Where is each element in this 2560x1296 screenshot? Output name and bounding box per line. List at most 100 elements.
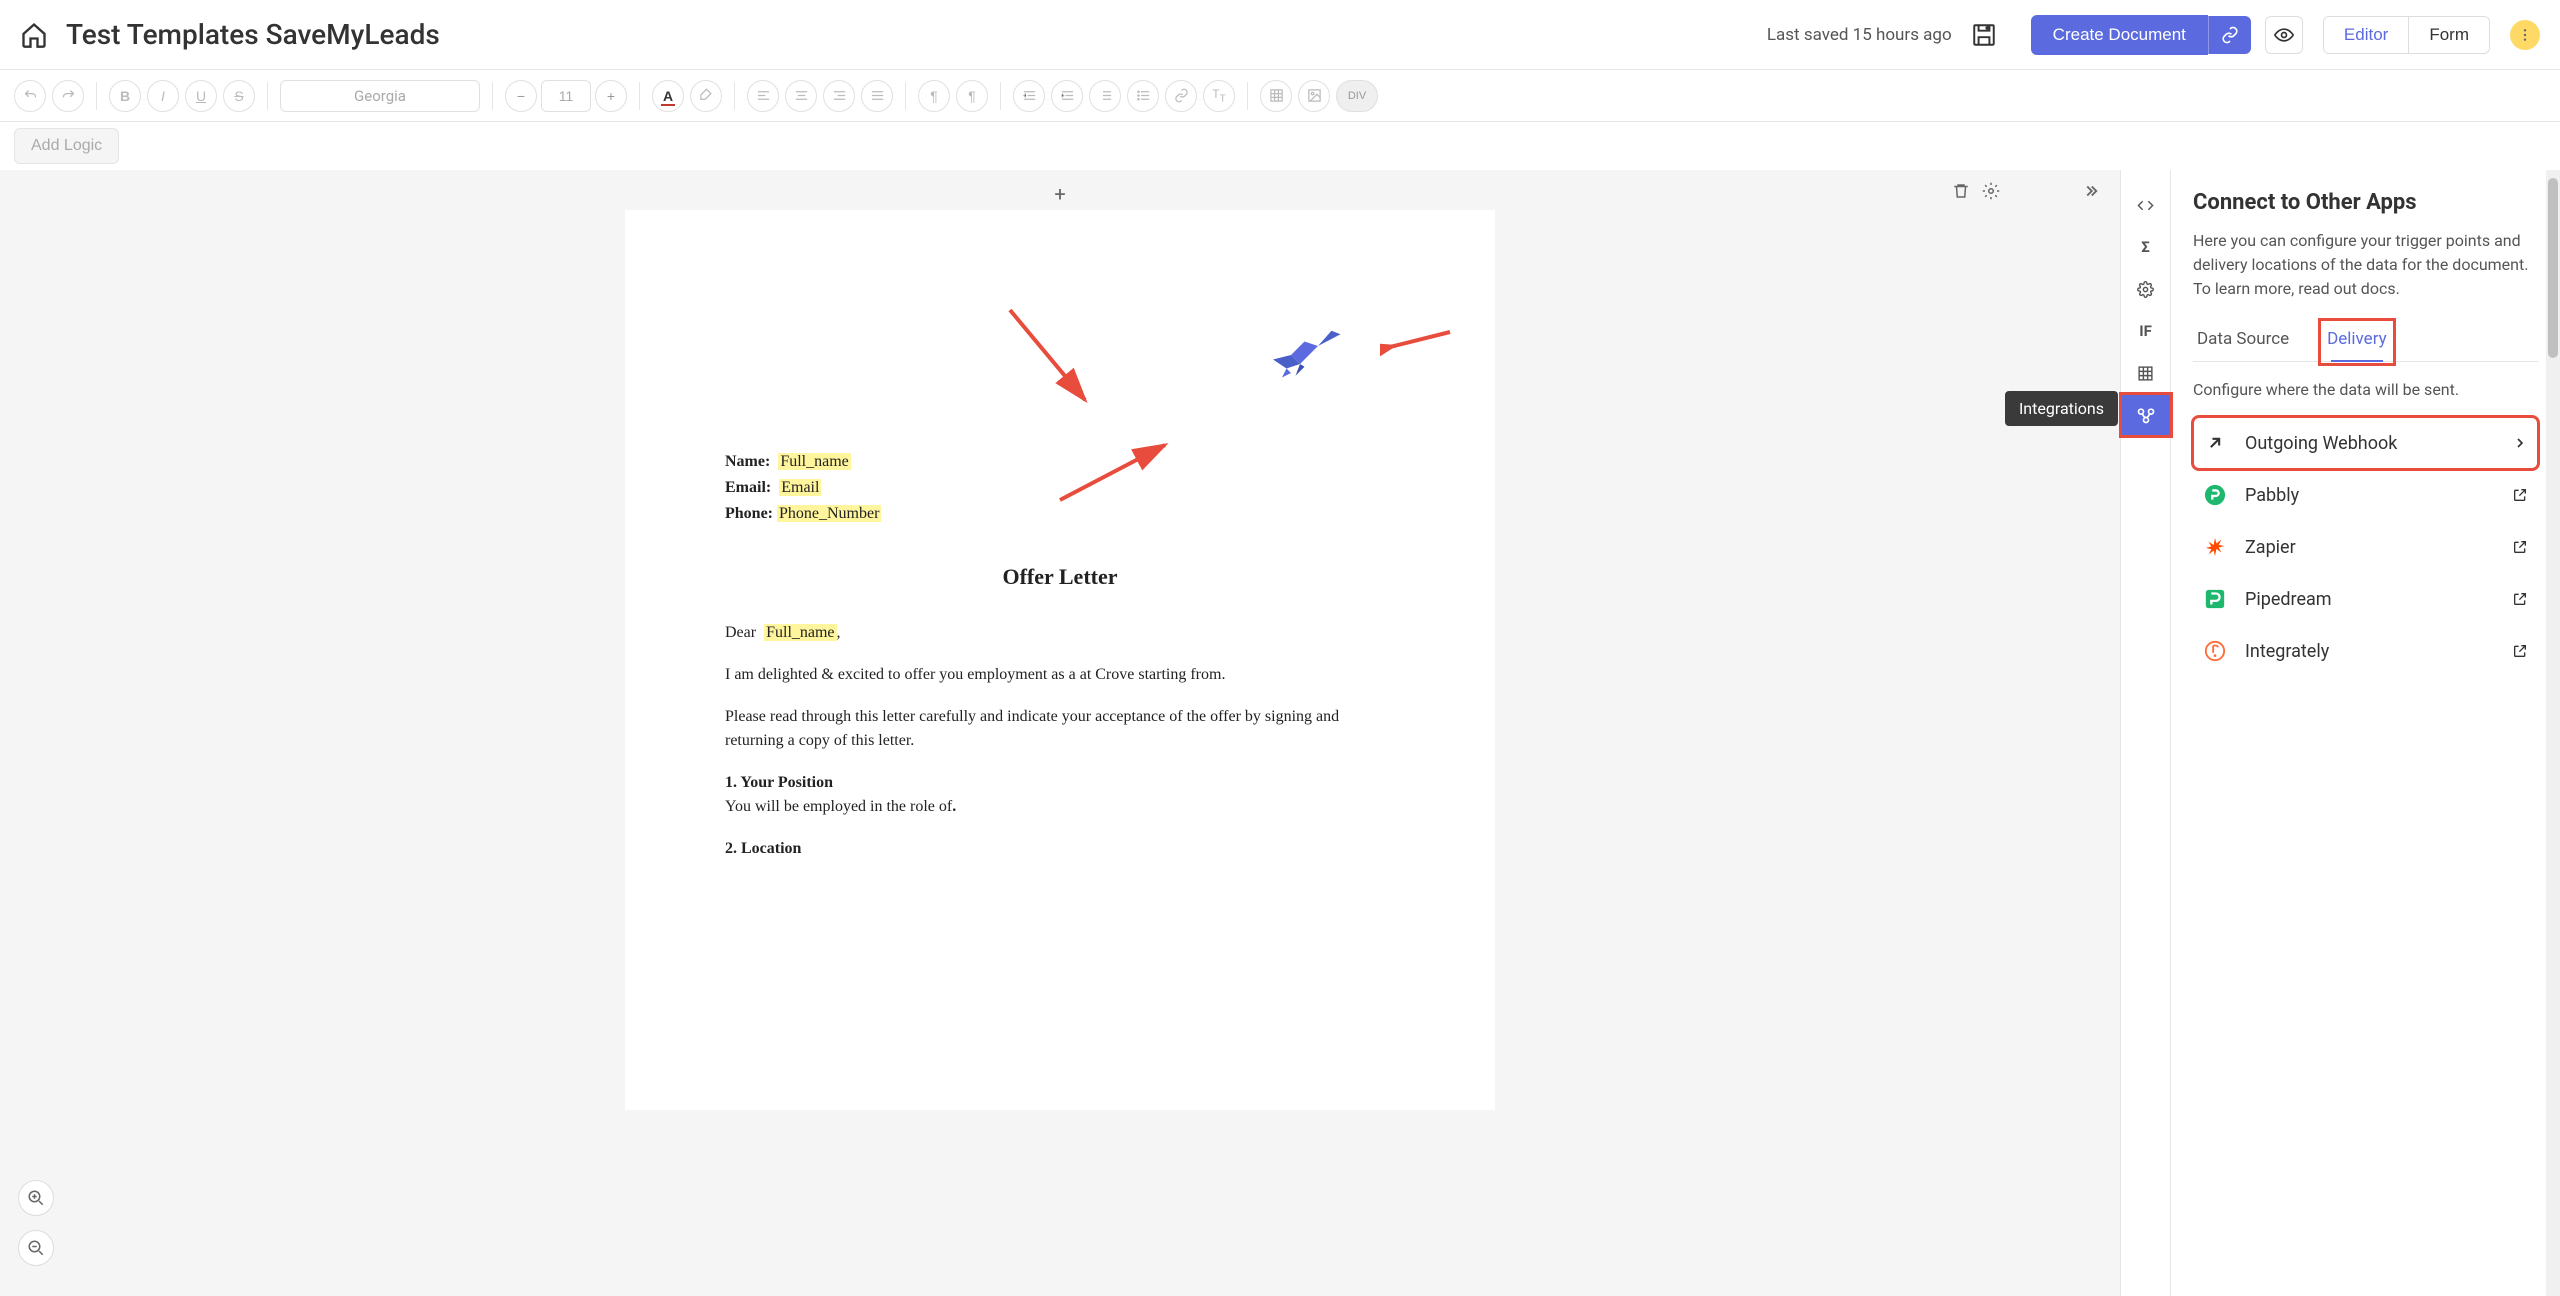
external-link-icon bbox=[2512, 591, 2528, 607]
indent-increase-button[interactable] bbox=[1051, 80, 1083, 112]
table-button[interactable] bbox=[1260, 80, 1292, 112]
italic-button[interactable]: I bbox=[147, 80, 179, 112]
delete-page-button[interactable] bbox=[1952, 182, 1970, 200]
add-logic-button[interactable]: Add Logic bbox=[14, 128, 119, 164]
home-icon[interactable] bbox=[20, 21, 48, 49]
strikethrough-button[interactable]: S bbox=[223, 80, 255, 112]
email-variable[interactable]: Email bbox=[779, 479, 821, 496]
panel-tabs: Data Source Delivery bbox=[2193, 323, 2538, 362]
redo-button[interactable] bbox=[52, 80, 84, 112]
panel-title: Connect to Other Apps bbox=[2193, 190, 2538, 215]
collapse-panel-button[interactable] bbox=[2082, 182, 2100, 200]
rail-sigma-button[interactable]: Σ bbox=[2121, 226, 2171, 268]
pipedream-icon bbox=[2203, 587, 2227, 611]
preview-button[interactable] bbox=[2265, 16, 2303, 54]
separator bbox=[1247, 82, 1248, 110]
sidebar-rail: Σ IF Integrations bbox=[2120, 170, 2170, 1296]
page-settings-button[interactable] bbox=[1982, 182, 2000, 200]
document-body: Name: Full_name Email: Email Phone: Phon… bbox=[725, 450, 1395, 861]
unordered-list-button[interactable] bbox=[1127, 80, 1159, 112]
undo-button[interactable] bbox=[14, 80, 46, 112]
integrately-icon bbox=[2203, 639, 2227, 663]
rail-integrations-button[interactable] bbox=[2121, 394, 2171, 436]
integrations-panel: Connect to Other Apps Here you can confi… bbox=[2170, 170, 2560, 1296]
paragraph-1: I am delighted & excited to offer you em… bbox=[725, 663, 1395, 687]
delivery-label: Pipedream bbox=[2245, 589, 2512, 610]
link-button[interactable] bbox=[2208, 16, 2251, 54]
zoom-out-button[interactable] bbox=[18, 1230, 54, 1266]
rail-table-button[interactable] bbox=[2121, 352, 2171, 394]
editor-form-toggle: Editor Form bbox=[2323, 16, 2490, 54]
phone-variable[interactable]: Phone_Number bbox=[777, 505, 881, 522]
external-link-icon bbox=[2512, 487, 2528, 503]
greeting-prefix: Dear bbox=[725, 624, 756, 641]
bold-button[interactable]: B bbox=[109, 80, 141, 112]
tab-delivery[interactable]: Delivery bbox=[2323, 323, 2391, 361]
main-area: + Name: Full_name Email: Email Phone: Ph… bbox=[0, 170, 2560, 1296]
page-title: Test Templates SaveMyLeads bbox=[66, 18, 1767, 51]
delivery-pipedream[interactable]: Pipedream bbox=[2193, 573, 2538, 625]
text-color-button[interactable]: A bbox=[652, 80, 684, 112]
separator bbox=[905, 82, 906, 110]
rail-if-button[interactable]: IF bbox=[2121, 310, 2171, 352]
rail-settings-button[interactable] bbox=[2121, 268, 2171, 310]
div-button[interactable]: DIV bbox=[1336, 80, 1378, 112]
image-button[interactable] bbox=[1298, 80, 1330, 112]
ordered-list-button[interactable] bbox=[1089, 80, 1121, 112]
delivery-label: Zapier bbox=[2245, 537, 2512, 558]
font-size-input[interactable] bbox=[541, 80, 591, 112]
scrollbar-thumb[interactable] bbox=[2548, 178, 2558, 358]
zoom-controls bbox=[18, 1180, 54, 1266]
add-block-button[interactable]: + bbox=[1054, 182, 1065, 206]
form-tab-button[interactable]: Form bbox=[2409, 17, 2489, 53]
indent-decrease-button[interactable] bbox=[1013, 80, 1045, 112]
arrow-out-icon bbox=[2203, 431, 2227, 455]
separator bbox=[639, 82, 640, 110]
configure-text: Configure where the data will be sent. bbox=[2193, 380, 2538, 399]
more-menu-button[interactable] bbox=[2510, 20, 2540, 50]
underline-button[interactable]: U bbox=[185, 80, 217, 112]
font-family-select[interactable]: Georgia bbox=[280, 80, 480, 112]
delivery-label: Pabbly bbox=[2245, 485, 2512, 506]
external-link-icon bbox=[2512, 539, 2528, 555]
delivery-integrately[interactable]: Integrately bbox=[2193, 625, 2538, 677]
text-format-button[interactable]: TT bbox=[1203, 80, 1235, 112]
pabbly-icon bbox=[2203, 483, 2227, 507]
tab-data-source[interactable]: Data Source bbox=[2193, 323, 2293, 361]
separator bbox=[492, 82, 493, 110]
font-size-decrease[interactable]: − bbox=[505, 80, 537, 112]
ltr-button[interactable]: ¶ bbox=[918, 80, 950, 112]
align-justify-button[interactable] bbox=[861, 80, 893, 112]
align-left-button[interactable] bbox=[747, 80, 779, 112]
editor-tab-button[interactable]: Editor bbox=[2324, 17, 2409, 53]
link-insert-button[interactable] bbox=[1165, 80, 1197, 112]
delivery-outgoing-webhook[interactable]: Outgoing Webhook bbox=[2193, 417, 2538, 469]
external-link-icon bbox=[2512, 643, 2528, 659]
separator bbox=[267, 82, 268, 110]
delivery-pabbly[interactable]: Pabbly bbox=[2193, 469, 2538, 521]
zoom-in-button[interactable] bbox=[18, 1180, 54, 1216]
canvas-area: + Name: Full_name Email: Email Phone: Ph… bbox=[0, 170, 2120, 1296]
logic-toolbar: Add Logic bbox=[0, 122, 2560, 170]
rail-code-button[interactable] bbox=[2121, 184, 2171, 226]
name-variable[interactable]: Full_name bbox=[778, 453, 850, 470]
document-page[interactable]: Name: Full_name Email: Email Phone: Phon… bbox=[625, 210, 1495, 1110]
highlight-color-button[interactable] bbox=[690, 80, 722, 112]
scrollbar[interactable] bbox=[2546, 170, 2560, 1296]
align-center-button[interactable] bbox=[785, 80, 817, 112]
delivery-label: Integrately bbox=[2245, 641, 2512, 662]
separator bbox=[96, 82, 97, 110]
delivery-zapier[interactable]: Zapier bbox=[2193, 521, 2538, 573]
create-document-button[interactable]: Create Document bbox=[2031, 15, 2208, 55]
align-right-button[interactable] bbox=[823, 80, 855, 112]
name-label: Name: bbox=[725, 453, 770, 470]
paragraph-2: Please read through this letter carefull… bbox=[725, 705, 1395, 753]
greeting-name-variable[interactable]: Full_name bbox=[764, 624, 836, 641]
separator bbox=[1000, 82, 1001, 110]
phone-label: Phone: bbox=[725, 505, 773, 522]
section-1-heading: 1. Your Position bbox=[725, 774, 833, 791]
font-size-increase[interactable]: + bbox=[595, 80, 627, 112]
save-button[interactable] bbox=[1967, 18, 2001, 52]
zapier-icon bbox=[2203, 535, 2227, 559]
rtl-button[interactable]: ¶ bbox=[956, 80, 988, 112]
